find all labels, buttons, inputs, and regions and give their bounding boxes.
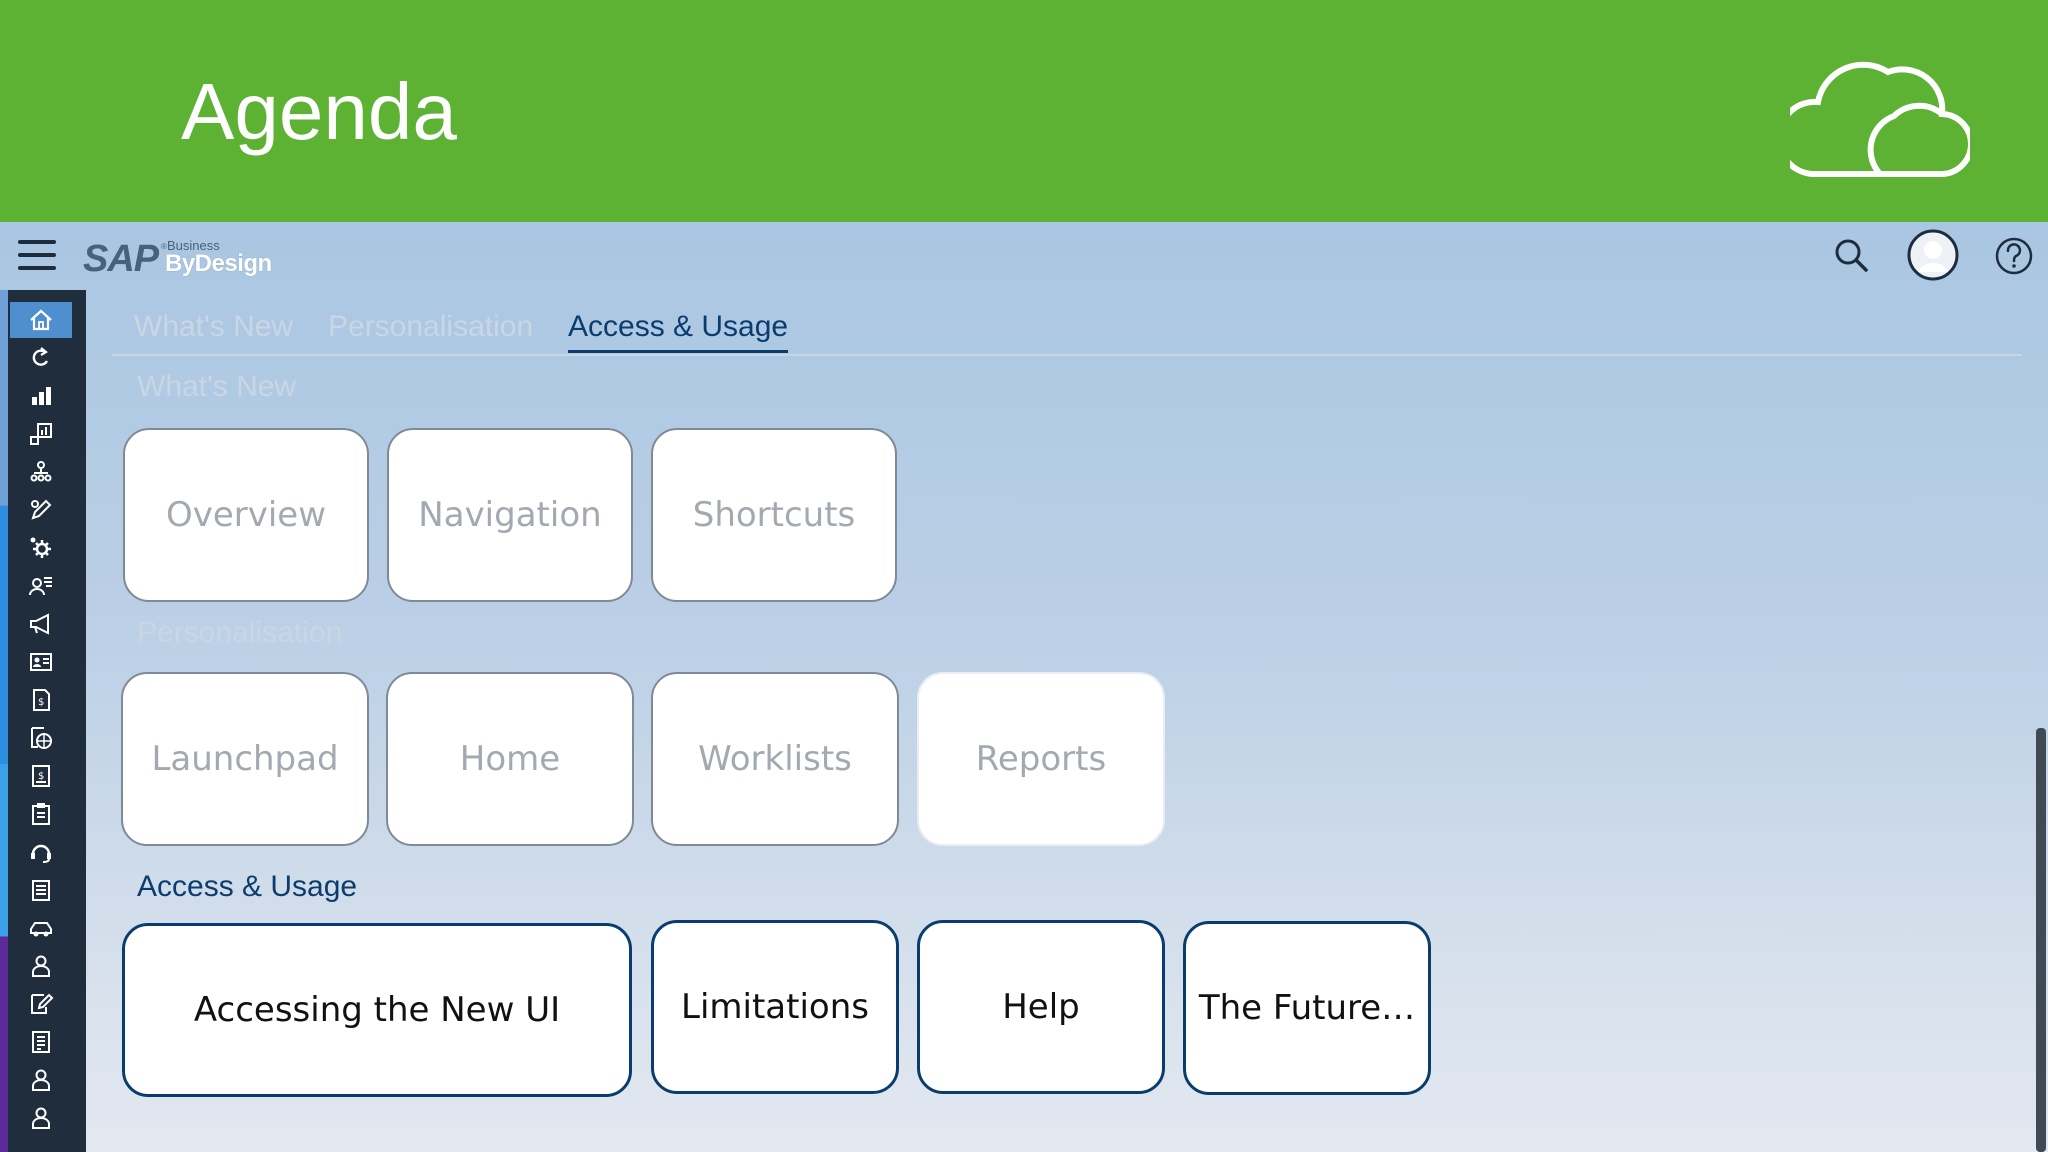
tab-personalisation[interactable]: Personalisation <box>328 310 533 344</box>
section-title-whats-new: What's New <box>137 370 297 403</box>
headset-icon <box>31 844 51 863</box>
person-icon-2 <box>32 1107 50 1129</box>
nav-checklist[interactable] <box>10 872 72 908</box>
finance-document-icon: $ <box>32 765 50 787</box>
tile-limitations[interactable]: Limitations <box>651 920 899 1094</box>
globe-document-icon <box>31 727 52 749</box>
tile-reports[interactable]: Reports <box>917 672 1165 846</box>
employee-icon <box>32 955 50 977</box>
tile-shortcuts[interactable]: Shortcuts <box>651 428 897 602</box>
user-avatar-icon[interactable] <box>1906 228 1960 282</box>
search-icon[interactable] <box>1828 232 1876 280</box>
nav-form-edit[interactable] <box>10 986 72 1022</box>
invoice-icon: $ <box>33 689 50 711</box>
nav-clipboard[interactable] <box>10 796 72 832</box>
tile-help[interactable]: Help <box>917 920 1165 1094</box>
megaphone-icon <box>30 613 49 635</box>
tile-the-future[interactable]: The Future… <box>1183 921 1431 1095</box>
svg-text:$: $ <box>38 771 44 782</box>
nav-ledger[interactable] <box>10 1024 72 1060</box>
nav-globe-document[interactable] <box>10 720 72 756</box>
edit-icon <box>31 499 52 520</box>
nav-person-2[interactable] <box>10 1100 72 1136</box>
tile-navigation[interactable]: Navigation <box>387 428 633 602</box>
nav-analytics[interactable] <box>10 416 72 452</box>
side-navigation: $ $ <box>0 290 86 1152</box>
settings-icon <box>30 537 51 558</box>
nav-support[interactable] <box>10 834 72 870</box>
tile-home[interactable]: Home <box>386 672 634 846</box>
nav-edit[interactable] <box>10 492 72 528</box>
nav-settings[interactable] <box>10 530 72 566</box>
vertical-scrollbar[interactable] <box>2036 728 2046 1152</box>
org-chart-icon <box>30 461 52 482</box>
vehicle-icon <box>30 922 52 937</box>
nav-color-stripe <box>0 290 8 1152</box>
application-window: SAP ® Business ByDesign $ $ What's New P… <box>0 222 2048 1152</box>
tile-accessing-new-ui[interactable]: Accessing the New UI <box>122 923 632 1097</box>
hamburger-menu-icon[interactable] <box>18 240 58 272</box>
slide-banner: Agenda <box>0 0 2048 222</box>
nav-user-list[interactable] <box>10 568 72 604</box>
help-icon[interactable] <box>1990 232 2038 280</box>
tab-access-usage[interactable]: Access & Usage <box>568 310 789 353</box>
bar-chart-icon <box>32 387 51 405</box>
nav-employee[interactable] <box>10 948 72 984</box>
nav-org-chart[interactable] <box>10 454 72 490</box>
checklist-icon <box>32 880 50 901</box>
tile-worklists[interactable]: Worklists <box>651 672 899 846</box>
nav-person[interactable] <box>10 1062 72 1098</box>
ledger-icon <box>32 1031 50 1053</box>
clipboard-icon <box>32 803 50 825</box>
home-icon <box>30 309 52 331</box>
slide-title: Agenda <box>181 67 457 156</box>
user-list-icon <box>29 577 52 596</box>
shell-bar: SAP ® Business ByDesign <box>0 222 2048 290</box>
person-icon <box>32 1069 50 1091</box>
svg-text:$: $ <box>38 697 44 708</box>
analytics-icon <box>30 423 52 445</box>
nav-home[interactable] <box>10 302 72 338</box>
tab-whats-new[interactable]: What's New <box>134 310 293 344</box>
nav-finance-document[interactable]: $ <box>10 758 72 794</box>
form-edit-icon <box>31 993 54 1014</box>
tile-overview[interactable]: Overview <box>123 428 369 602</box>
nav-id-card[interactable] <box>10 644 72 680</box>
nav-vehicle[interactable] <box>10 910 72 946</box>
nav-refresh[interactable] <box>10 340 72 376</box>
nav-invoice[interactable]: $ <box>10 682 72 718</box>
nav-bar-chart[interactable] <box>10 378 72 414</box>
section-title-access-usage: Access & Usage <box>137 870 358 903</box>
tile-launchpad[interactable]: Launchpad <box>121 672 369 846</box>
section-title-personalisation: Personalisation <box>137 616 343 649</box>
refresh-icon <box>32 347 49 366</box>
nav-campaigns[interactable] <box>10 606 72 642</box>
cloud-logo-icon <box>1790 61 1970 178</box>
id-card-icon <box>30 653 52 671</box>
tab-bar: What's New Personalisation Access & Usag… <box>112 302 2022 356</box>
